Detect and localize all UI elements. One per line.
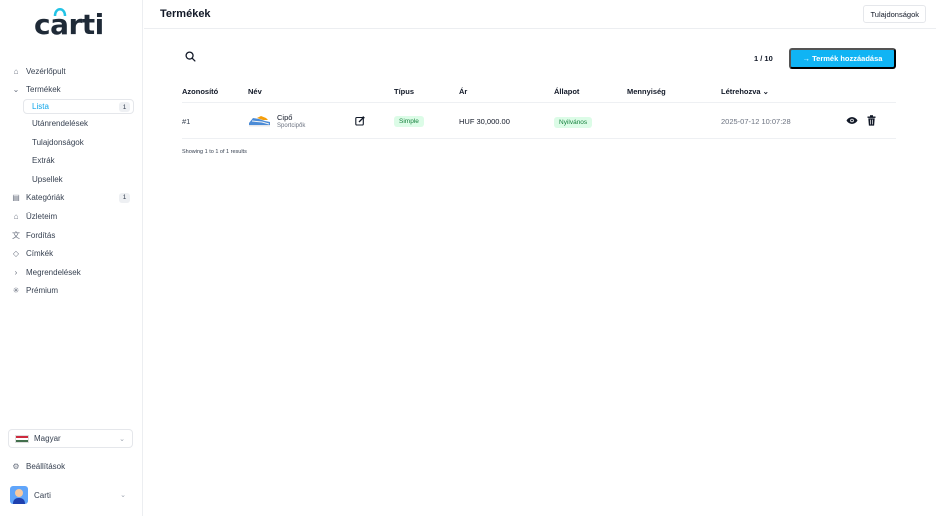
chevron-down-icon: ⌄ <box>12 85 20 95</box>
sidebar-item-categories[interactable]: ▤ Kategóriák 1 <box>9 189 134 208</box>
sidebar-item-extras[interactable]: Extrák <box>9 151 134 170</box>
cell-created: 2025-07-12 10:07:28 <box>721 117 791 126</box>
store-icon: ⌂ <box>13 211 19 221</box>
sidebar-item-label: Tulajdonságok <box>32 137 84 147</box>
sidebar-item-upsells[interactable]: Upsellek <box>9 170 134 189</box>
sidebar-item-list[interactable]: Lista 1 <box>23 99 134 115</box>
eye-icon[interactable] <box>846 116 858 125</box>
sidebar-item-label: Vezérlőpult <box>26 66 66 76</box>
sidebar-item-label: Üzleteim <box>26 211 58 221</box>
count-badge: 1 <box>119 192 130 203</box>
search-icon <box>184 50 196 62</box>
table-divider <box>182 138 896 139</box>
results-summary: Showing 1 to 1 of 1 results <box>182 149 247 155</box>
add-product-button[interactable]: → Termék hozzáadása <box>789 48 896 69</box>
settings-link[interactable]: ⚙ Beállítások <box>9 458 65 474</box>
column-header-created[interactable]: Létrehozva ⌄ <box>721 87 769 96</box>
logo[interactable]: carti <box>31 4 111 44</box>
edit-icon[interactable] <box>355 116 365 126</box>
sidebar-item-stores[interactable]: ⌂ Üzleteim <box>9 207 134 226</box>
table-divider <box>182 102 896 103</box>
trash-icon[interactable] <box>867 115 876 126</box>
sidebar-item-label: Kategóriák <box>26 193 65 203</box>
avatar <box>10 486 28 504</box>
sidebar-item-label: Megrendelések <box>26 267 81 277</box>
tag-icon: ◇ <box>12 249 20 259</box>
sidebar-nav: ⌂ Vezérlőpult ⌄ Termékek Lista 1 Utánren… <box>9 62 134 300</box>
home-icon: ⌂ <box>13 66 19 76</box>
user-name: Carti <box>34 490 51 500</box>
sidebar-item-reorders[interactable]: Utánrendelések <box>9 114 134 133</box>
language-select[interactable]: Magyar ⌄ <box>8 429 133 448</box>
status-badge: Nyilvános <box>554 117 593 128</box>
page-header: Termékek Tulajdonságok <box>144 0 936 29</box>
hungary-flag-icon <box>15 434 29 443</box>
count-badge: 1 <box>119 102 130 113</box>
sidebar: carti ⌂ Vezérlőpult ⌄ Termékek Lista 1 U… <box>0 0 143 516</box>
column-header-price[interactable]: Ár <box>459 87 467 96</box>
sidebar-item-label: Extrák <box>32 156 55 166</box>
sidebar-item-label: Termékek <box>26 85 61 95</box>
translate-icon: 文 <box>12 230 20 240</box>
settings-label: Beállítások <box>26 461 66 471</box>
page-title: Termékek <box>160 8 211 20</box>
product-name[interactable]: Cipő <box>277 113 292 122</box>
sidebar-item-orders[interactable]: › Megrendelések <box>9 263 134 282</box>
sidebar-item-label: Címkék <box>26 249 54 259</box>
pagination-label: 1 / 10 <box>754 54 773 63</box>
sidebar-item-tags[interactable]: ◇ Címkék <box>9 244 134 263</box>
product-thumbnail <box>249 116 270 127</box>
properties-button[interactable]: Tulajdonságok <box>863 5 926 23</box>
sidebar-item-properties[interactable]: Tulajdonságok <box>9 133 134 152</box>
language-label: Magyar <box>34 434 61 443</box>
product-category: Sportcipők <box>277 123 306 129</box>
category-icon: ▤ <box>12 193 20 203</box>
column-header-name[interactable]: Név <box>248 87 262 96</box>
column-header-type[interactable]: Típus <box>394 87 414 96</box>
sidebar-item-dashboard[interactable]: ⌂ Vezérlőpult <box>9 62 134 81</box>
sidebar-item-products[interactable]: ⌄ Termékek <box>9 81 134 100</box>
sidebar-item-label: Lista <box>32 102 49 112</box>
search-button[interactable] <box>182 48 198 64</box>
sparkle-icon: ✳ <box>12 286 20 296</box>
user-menu[interactable]: Carti ⌄ <box>10 485 130 505</box>
sidebar-item-label: Utánrendelések <box>32 118 89 128</box>
chevron-right-icon: › <box>14 267 18 277</box>
column-header-status[interactable]: Állapot <box>554 87 579 96</box>
sidebar-item-premium[interactable]: ✳ Prémium <box>9 282 134 301</box>
sidebar-item-label: Upsellek <box>32 174 63 184</box>
gear-icon: ⚙ <box>12 461 20 471</box>
chevron-down-icon: ⌄ <box>119 435 125 443</box>
cell-id: #1 <box>182 117 191 126</box>
cell-price: HUF 30,000.00 <box>459 117 510 126</box>
column-header-id[interactable]: Azonosító <box>182 87 218 96</box>
sidebar-item-label: Prémium <box>26 286 59 296</box>
sidebar-item-label: Fordítás <box>26 230 56 240</box>
chevron-down-icon: ⌄ <box>120 492 126 499</box>
column-header-quantity[interactable]: Mennyiség <box>627 87 666 96</box>
type-badge: Simple <box>394 116 424 127</box>
logo-text: carti <box>34 8 104 41</box>
sidebar-item-translation[interactable]: 文 Fordítás <box>9 226 134 245</box>
